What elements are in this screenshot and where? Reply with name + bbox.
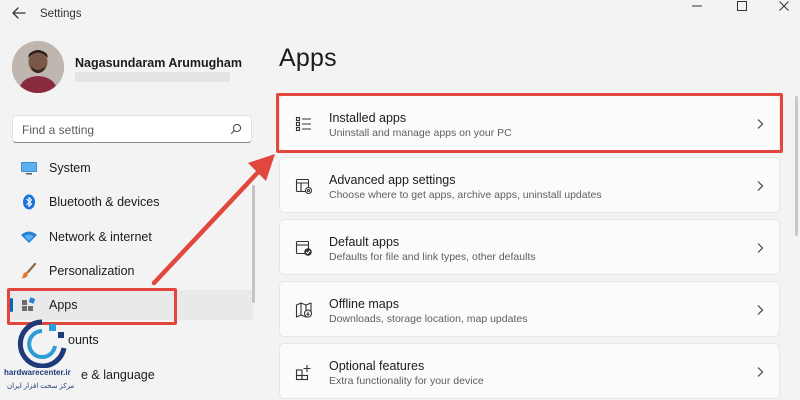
watermark-logo: hardwarecenter.ir مرکز سخت افزار ایران (2, 318, 80, 400)
watermark-site: hardwarecenter.ir (4, 368, 71, 377)
hardwarecenter-logo-icon (17, 319, 67, 368)
watermark-tagline: مرکز سخت افزار ایران (7, 383, 75, 390)
annotation-arrow (151, 154, 275, 286)
